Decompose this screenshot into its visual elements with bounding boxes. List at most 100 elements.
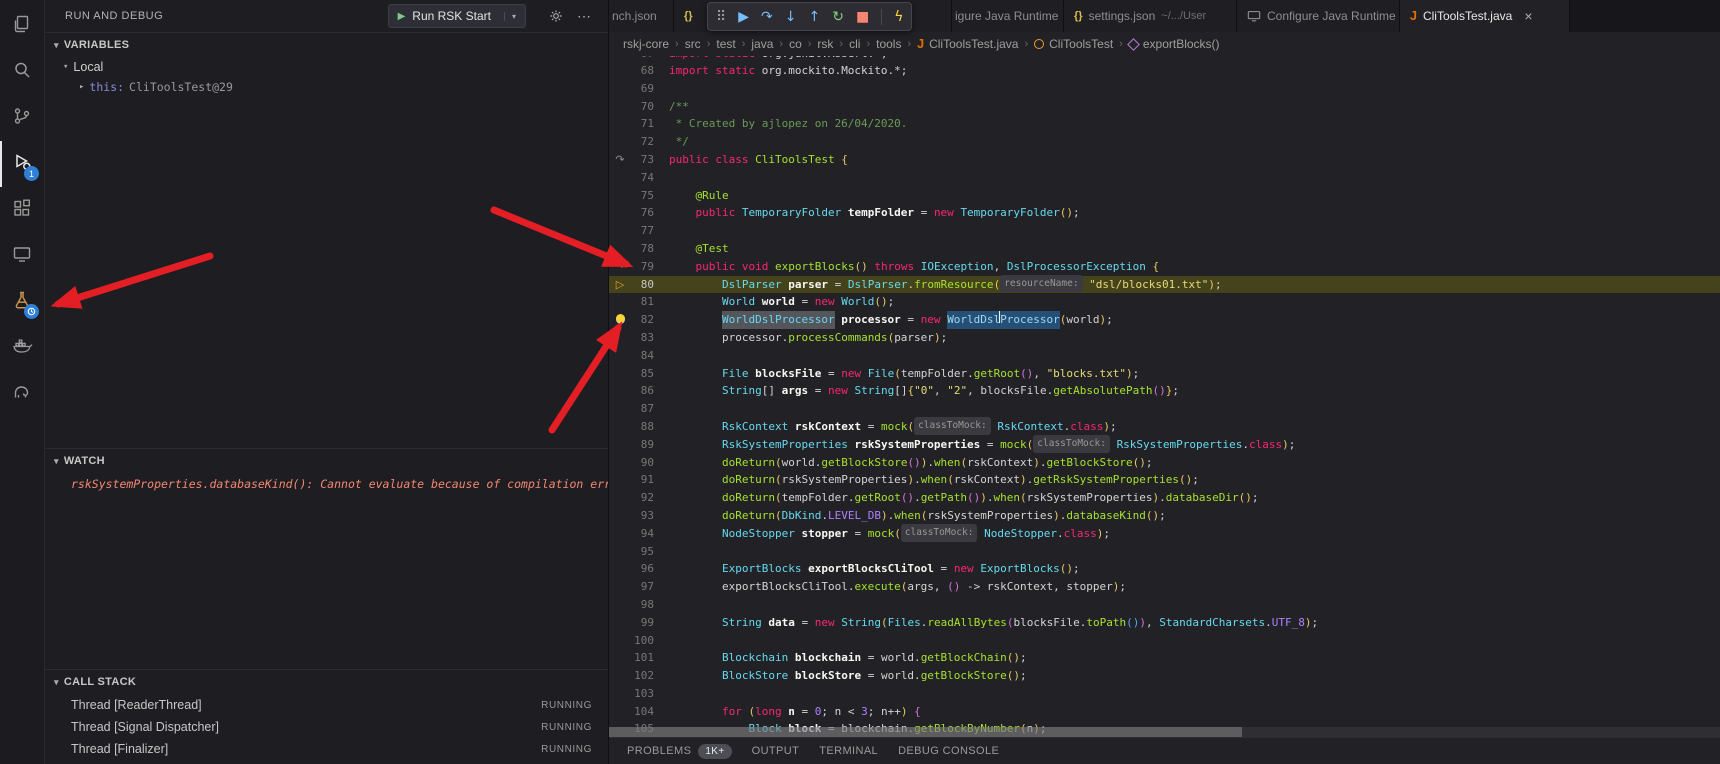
gutter[interactable]: 94 [609, 525, 669, 543]
gutter[interactable]: 70 [609, 98, 669, 116]
variable-this[interactable]: ▸ this: CliToolsTest@29 [45, 77, 608, 97]
breadcrumb-item-rsk[interactable]: rsk [817, 37, 833, 51]
gutter[interactable]: 102 [609, 667, 669, 685]
gutter[interactable]: 100 [609, 632, 669, 650]
gutter[interactable]: 103 [609, 685, 669, 703]
panel-tab-debug-console[interactable]: DEBUG CONSOLE [898, 745, 999, 757]
breadcrumb-item-CliToolsTest[interactable]: CliToolsTest [1034, 37, 1113, 51]
code-line-79: ↷79 public void exportBlocks() throws IO… [609, 258, 1720, 276]
sidebar-item-run-and-debug[interactable]: 1 [0, 141, 44, 187]
sidebar-item-source-control[interactable] [0, 95, 44, 141]
code-token: class [1249, 436, 1282, 454]
code-token: NodeStopper [722, 525, 795, 543]
gutter[interactable]: 74 [609, 169, 669, 187]
gutter[interactable]: 84 [609, 347, 669, 365]
editor-tab-CliToolsTest.java[interactable]: JCliToolsTest.java× [1400, 0, 1570, 32]
gutter[interactable]: 95 [609, 543, 669, 561]
gutter[interactable]: 88 [609, 418, 669, 436]
variables-header[interactable]: ▾ VARIABLES [45, 33, 608, 57]
sidebar-item-gradle[interactable] [0, 371, 44, 417]
sidebar-item-remote-explorer[interactable] [0, 233, 44, 279]
scope-local[interactable]: ▾ Local [45, 57, 608, 77]
code-token: "2" [947, 382, 967, 400]
sidebar-item-testing[interactable] [0, 279, 44, 325]
gutter[interactable]: 99 [609, 614, 669, 632]
gutter[interactable]: 83 [609, 329, 669, 347]
line-number: 86 [631, 382, 669, 400]
gutter[interactable]: 91 [609, 471, 669, 489]
call-stack-thread[interactable]: Thread [ReaderThread]RUNNING [45, 694, 608, 716]
watch-expression[interactable]: rskSystemProperties.databaseKind(): Cann… [45, 473, 608, 495]
gutter[interactable]: 68 [609, 62, 669, 80]
scrollbar-thumb[interactable] [609, 727, 1242, 737]
sidebar-item-explorer[interactable] [0, 3, 44, 49]
breadcrumb-item-java[interactable]: java [751, 37, 773, 51]
restart-button[interactable]: ↻ [832, 10, 844, 24]
editor-tab-Configure-Java-Runtime[interactable]: Configure Java Runtime [1237, 0, 1400, 32]
sidebar-item-docker[interactable] [0, 325, 44, 371]
code-line-82: 82 WorldDslProcessor processor = new Wor… [609, 311, 1720, 329]
hot-code-replace-button[interactable]: ϟ [894, 10, 903, 24]
gutter[interactable]: ↷79 [609, 258, 669, 276]
gutter[interactable]: 72 [609, 133, 669, 151]
drag-handle-button[interactable]: ⠿ [716, 10, 726, 24]
panel-tab-problems[interactable]: PROBLEMS1K+ [627, 744, 732, 759]
gutter[interactable]: 86 [609, 382, 669, 400]
panel-tab-output[interactable]: OUTPUT [752, 745, 800, 757]
breadcrumb-item-test[interactable]: test [716, 37, 735, 51]
watch-header[interactable]: ▾ WATCH [45, 449, 608, 473]
gutter[interactable]: 81 [609, 293, 669, 311]
more-actions-icon[interactable]: ⋯ [577, 8, 591, 25]
gear-icon[interactable] [549, 9, 563, 23]
close-icon[interactable]: × [1524, 8, 1532, 24]
gutter[interactable]: ↷73 [609, 151, 669, 169]
step-over-button[interactable]: ↷ [761, 10, 773, 24]
stop-button[interactable]: ■ [856, 10, 869, 24]
gutter[interactable]: 92 [609, 489, 669, 507]
breadcrumb-item-co[interactable]: co [789, 37, 802, 51]
gutter[interactable]: 97 [609, 578, 669, 596]
breadcrumb-item-src[interactable]: src [685, 37, 701, 51]
gutter[interactable]: 89 [609, 436, 669, 454]
gutter[interactable]: 82 [609, 311, 669, 329]
editor-tab-nch.json[interactable]: nch.json [609, 0, 674, 32]
sidebar-item-search[interactable] [0, 49, 44, 95]
gutter[interactable]: 71 [609, 115, 669, 133]
gutter[interactable]: 69 [609, 80, 669, 98]
call-stack-thread[interactable]: Thread [Finalizer]RUNNING [45, 738, 608, 760]
breadcrumb-item-cli[interactable]: cli [849, 37, 860, 51]
code-editor[interactable]: 67import static org.junit.Assert.*;68imp… [609, 56, 1720, 737]
gutter[interactable]: 104 [609, 703, 669, 721]
gutter[interactable]: 96 [609, 560, 669, 578]
breadcrumb-item-exportBlocks-[interactable]: exportBlocks() [1129, 37, 1220, 51]
step-out-button[interactable]: ↑ [809, 10, 821, 24]
breadcrumb-item-tools[interactable]: tools [876, 37, 901, 51]
gutter[interactable]: 77 [609, 222, 669, 240]
code-token: ; [1119, 578, 1126, 596]
breadcrumb-item-rskj-core[interactable]: rskj-core [623, 37, 669, 51]
editor-tab-igure-Java-Runtime[interactable]: igure Java Runtime [952, 0, 1064, 32]
call-stack-thread[interactable]: Thread [Signal Dispatcher]RUNNING [45, 716, 608, 738]
call-stack-thread[interactable]: Thread [Reference Handler]RUNNING [45, 760, 608, 764]
step-into-button[interactable]: ↓ [785, 10, 797, 24]
gutter[interactable]: ▷80 [609, 276, 669, 294]
code-token: ) [980, 489, 987, 507]
gutter[interactable]: 101 [609, 649, 669, 667]
gutter[interactable]: 85 [609, 365, 669, 383]
call-stack-header[interactable]: ▾ CALL STACK [45, 670, 608, 694]
gutter[interactable]: 75 [609, 187, 669, 205]
editor-group: nch.json{}igure Java Runtime{}settings.j… [609, 0, 1720, 764]
gutter[interactable]: 78 [609, 240, 669, 258]
sidebar-item-extensions[interactable] [0, 187, 44, 233]
editor-tab-settings.json[interactable]: {}settings.json~/.../User [1064, 0, 1237, 32]
continue-button[interactable]: ▶ [738, 10, 749, 24]
lightbulb-icon[interactable] [616, 314, 625, 323]
gutter[interactable]: 90 [609, 454, 669, 472]
gutter[interactable]: 76 [609, 204, 669, 222]
gutter[interactable]: 93 [609, 507, 669, 525]
gutter[interactable]: 98 [609, 596, 669, 614]
gutter[interactable]: 87 [609, 400, 669, 418]
breadcrumb-item-CliToolsTest-java[interactable]: JCliToolsTest.java [917, 37, 1018, 51]
launch-config-dropdown[interactable]: ▶ Run RSK Start ▾ [388, 4, 526, 28]
panel-tab-terminal[interactable]: TERMINAL [819, 745, 878, 757]
